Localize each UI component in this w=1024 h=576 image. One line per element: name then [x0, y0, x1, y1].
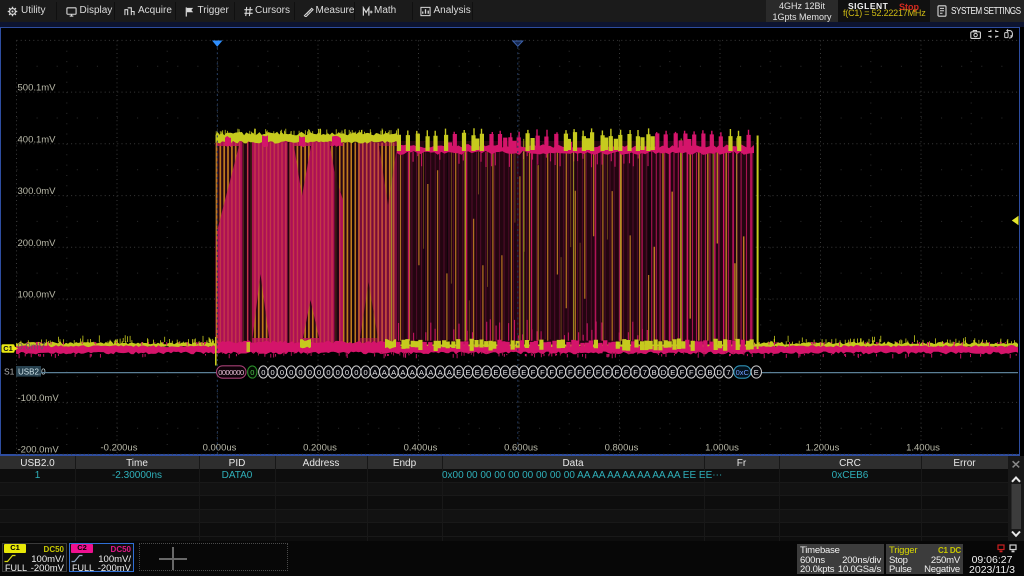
svg-text:0: 0	[354, 368, 358, 377]
svg-text:F: F	[596, 368, 601, 377]
svg-text:F: F	[531, 368, 536, 377]
svg-text:E: E	[670, 368, 675, 377]
svg-text:0: 0	[308, 368, 312, 377]
svg-text:0: 0	[289, 368, 293, 377]
svg-text:F: F	[615, 368, 620, 377]
svg-text:B: B	[652, 368, 657, 377]
svg-text:0: 0	[326, 368, 330, 377]
svg-text:D: D	[661, 368, 667, 377]
svg-text:E: E	[456, 368, 461, 377]
svg-text:D: D	[716, 368, 722, 377]
svg-text:7: 7	[726, 368, 730, 377]
svg-text:1.400us: 1.400us	[906, 443, 940, 454]
svg-text:-100.0mV: -100.0mV	[18, 393, 60, 404]
svg-text:-200.0mV: -200.0mV	[18, 445, 60, 456]
svg-text:F: F	[624, 368, 629, 377]
svg-text:0.0mV: 0.0mV	[18, 341, 46, 352]
svg-text:F: F	[633, 368, 638, 377]
svg-text:1.000us: 1.000us	[705, 443, 739, 454]
svg-text:0.200us: 0.200us	[303, 443, 337, 454]
svg-text:0: 0	[280, 368, 284, 377]
svg-text:A: A	[438, 368, 443, 377]
svg-text:E: E	[465, 368, 470, 377]
svg-text:F: F	[680, 368, 685, 377]
svg-text:A: A	[410, 368, 415, 377]
svg-text:C1: C1	[3, 344, 13, 353]
svg-text:F: F	[559, 368, 564, 377]
svg-text:E: E	[475, 368, 480, 377]
svg-text:A: A	[400, 368, 405, 377]
svg-text:0: 0	[336, 368, 340, 377]
svg-text:300.0mV: 300.0mV	[18, 186, 57, 197]
svg-text:-0.200us: -0.200us	[101, 443, 138, 454]
svg-text:7: 7	[643, 368, 647, 377]
svg-text:E: E	[754, 368, 759, 377]
svg-text:0: 0	[345, 368, 349, 377]
svg-text:A: A	[372, 368, 377, 377]
svg-text:0.800us: 0.800us	[605, 443, 639, 454]
svg-text:E: E	[493, 368, 498, 377]
svg-text:E: E	[484, 368, 489, 377]
svg-text:S1: S1	[4, 367, 15, 377]
svg-text:F: F	[549, 368, 554, 377]
svg-text:F: F	[568, 368, 573, 377]
svg-text:0.000us: 0.000us	[203, 443, 237, 454]
svg-text:200.0mV: 200.0mV	[18, 238, 57, 249]
svg-text:0xC: 0xC	[736, 368, 750, 377]
svg-text:F: F	[540, 368, 545, 377]
svg-text:A: A	[428, 368, 433, 377]
svg-text:F: F	[587, 368, 592, 377]
svg-text:0000000: 0000000	[218, 368, 244, 377]
svg-text:F: F	[577, 368, 582, 377]
svg-text:E: E	[521, 368, 526, 377]
svg-text:500.1mV: 500.1mV	[18, 83, 57, 94]
svg-text:0: 0	[250, 368, 254, 377]
svg-text:400.1mV: 400.1mV	[18, 134, 57, 145]
svg-text:0.400us: 0.400us	[404, 443, 438, 454]
svg-text:C: C	[698, 368, 704, 377]
svg-text:F: F	[689, 368, 694, 377]
svg-text:A: A	[391, 368, 396, 377]
svg-text:B: B	[707, 368, 712, 377]
svg-text:1.200us: 1.200us	[806, 443, 840, 454]
svg-text:A: A	[447, 368, 452, 377]
svg-text:E: E	[512, 368, 517, 377]
svg-text:0.600us: 0.600us	[504, 443, 538, 454]
svg-text:0: 0	[364, 368, 368, 377]
svg-text:A: A	[382, 368, 387, 377]
svg-text:0: 0	[271, 368, 275, 377]
svg-text:E: E	[503, 368, 508, 377]
svg-text:F: F	[605, 368, 610, 377]
svg-text:0: 0	[317, 368, 321, 377]
svg-text:100.0mV: 100.0mV	[18, 290, 57, 301]
svg-text:A: A	[419, 368, 424, 377]
svg-text:0: 0	[298, 368, 302, 377]
svg-text:0: 0	[261, 368, 265, 377]
